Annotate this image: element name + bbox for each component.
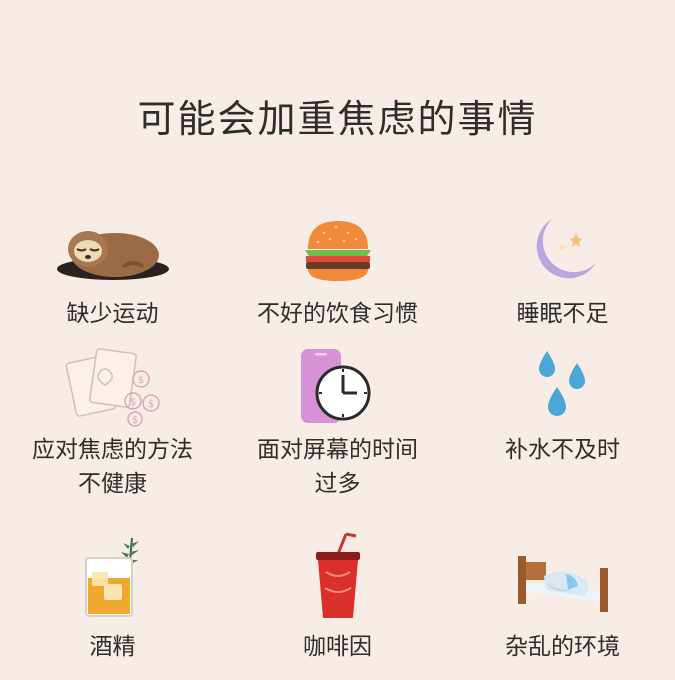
item-label: 酒精	[89, 634, 136, 660]
burger-icon	[225, 215, 450, 305]
messy-bed-icon	[450, 532, 675, 622]
item-label: 面对屏幕的时间 过多	[257, 437, 418, 497]
svg-text:$: $	[147, 399, 153, 410]
svg-text:$: $	[129, 397, 135, 408]
item-label: 缺少运动	[66, 301, 159, 327]
whiskey-glass-icon	[0, 532, 225, 622]
crescent-moon-icon	[450, 215, 675, 305]
water-drops-icon	[450, 345, 675, 435]
item-label: 应对焦虑的方法 不健康	[32, 437, 193, 497]
item-label: 补水不及时	[505, 437, 620, 463]
soda-cup-icon	[225, 532, 450, 622]
sleeping-sloth-icon	[0, 215, 225, 305]
item-label: 杂乱的环境	[505, 634, 620, 660]
page-title: 可能会加重焦虑的事情	[137, 97, 538, 141]
item-label: 不好的饮食习惯	[257, 301, 418, 327]
svg-text:$: $	[131, 415, 137, 426]
item-label: 咖啡因	[303, 634, 372, 660]
phone-clock-icon	[225, 345, 450, 435]
svg-text:$: $	[137, 375, 143, 386]
cards-and-coins-icon: $ $ $ $	[0, 345, 225, 435]
item-label: 睡眠不足	[516, 301, 609, 327]
